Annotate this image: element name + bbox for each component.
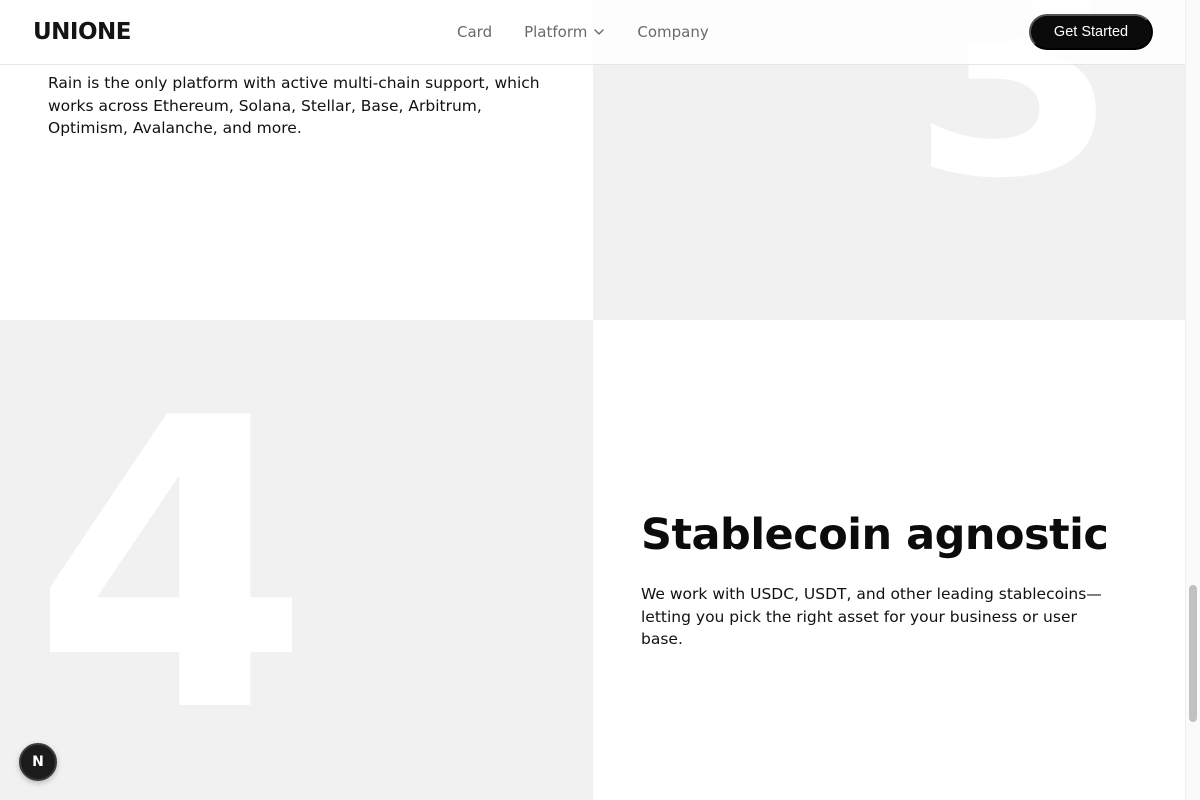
nav-company-label: Company xyxy=(637,23,709,41)
get-started-button[interactable]: Get Started xyxy=(1029,14,1153,50)
feature-stablecoin-text: Stablecoin agnostic We work with USDC, U… xyxy=(593,320,1185,800)
nav-company[interactable]: Company xyxy=(637,23,708,41)
feature-stablecoin-description: We work with USDC, USDT, and other leadi… xyxy=(641,585,1102,648)
feature-multichain-description: Rain is the only platform with active mu… xyxy=(48,74,540,137)
feature-number-4: 4 xyxy=(32,335,310,800)
nav-card[interactable]: Card xyxy=(457,23,492,41)
page: Rain is the only platform with active mu… xyxy=(0,0,1200,800)
page-scrollbar[interactable] xyxy=(1185,0,1200,800)
chevron-down-icon xyxy=(594,29,605,35)
feature-stablecoin-numeral-panel: 4 xyxy=(0,320,593,800)
nav-card-label: Card xyxy=(457,23,493,41)
scrollbar-thumb[interactable] xyxy=(1189,585,1197,722)
site-header: UNIONE Card Platform Company Get Started xyxy=(0,0,1185,65)
n-logo-icon[interactable]: N xyxy=(19,743,57,781)
main-nav: Card Platform Company xyxy=(457,0,709,64)
nav-platform[interactable]: Platform xyxy=(524,23,605,41)
nav-platform-label: Platform xyxy=(524,23,588,41)
feature-stablecoin-title: Stablecoin agnostic xyxy=(641,510,1109,560)
logo[interactable]: UNIONE xyxy=(33,19,132,45)
